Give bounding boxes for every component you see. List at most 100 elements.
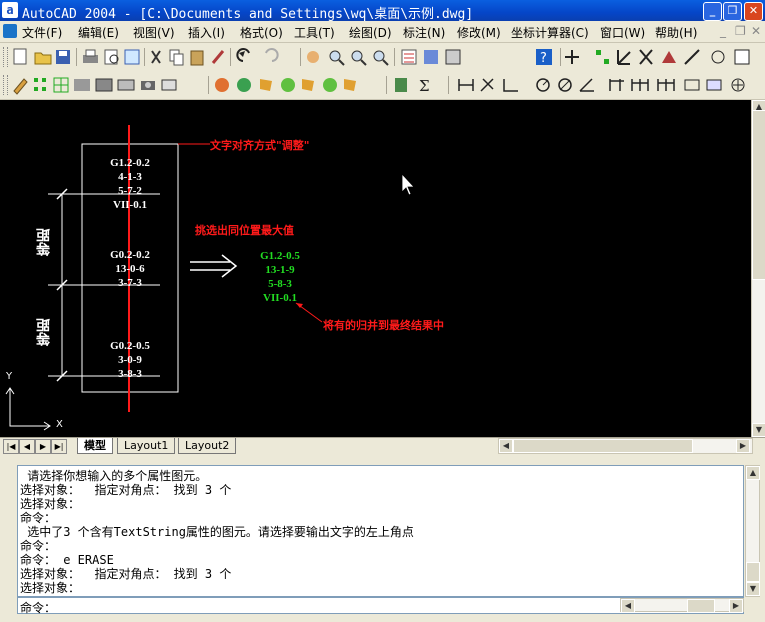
doc-minimize-button[interactable]: _: [720, 24, 726, 38]
attribute-block-top: G1.2-0.2 4-1-3 5-7-2 VII-0.1: [100, 156, 160, 212]
attribute-text: G1.2-0.2: [110, 157, 150, 169]
menu-edit[interactable]: 编辑(E): [78, 24, 119, 41]
toolbar-grip[interactable]: [3, 75, 8, 95]
draw-toolbar: Σ: [0, 71, 765, 100]
scroll-thumb[interactable]: [513, 439, 693, 453]
menu-insert[interactable]: 插入(I): [188, 24, 225, 41]
attribute-text: G0.2-0.2: [110, 249, 150, 261]
fog-icon: [344, 79, 356, 91]
prev-tab-icon[interactable]: ◀: [19, 439, 35, 454]
title-bar[interactable]: a AutoCAD 2004 - [C:\Documents and Setti…: [0, 0, 765, 22]
attribute-text: 5-7-2: [118, 185, 142, 197]
render-icon: [215, 78, 229, 92]
scroll-thumb[interactable]: [746, 562, 760, 582]
ucs-y-label: Y: [6, 371, 13, 382]
osnap-quadrant-icon: [711, 50, 725, 64]
svg-text:Σ: Σ: [419, 77, 430, 95]
document-icon[interactable]: [3, 24, 17, 38]
autocad-app-icon[interactable]: a: [2, 2, 18, 18]
scroll-thumb[interactable]: [752, 110, 765, 280]
dim-baseline-icon: [609, 79, 624, 91]
align-note: 文字对齐方式"调整": [210, 139, 310, 152]
pan-icon: [307, 51, 319, 63]
scroll-right-arrow-icon[interactable]: ▶: [736, 439, 750, 453]
tolerance-icon: [684, 79, 700, 91]
lightbulb-icon: [260, 79, 272, 91]
command-prompt-label: 命令：: [20, 601, 57, 615]
drawing-horizontal-scrollbar[interactable]: ◀ ▶: [498, 438, 753, 454]
result-text: VII-0.1: [263, 292, 297, 304]
print-preview-icon: [104, 49, 119, 65]
menu-help[interactable]: 帮助(H): [655, 24, 697, 41]
menu-format[interactable]: 格式(O): [240, 24, 283, 41]
next-tab-icon[interactable]: ▶: [35, 439, 51, 454]
globe-icon: [237, 78, 251, 92]
menu-tools[interactable]: 工具(T): [294, 24, 335, 41]
restore-button[interactable]: ❐: [723, 2, 742, 21]
grid-icon: [53, 77, 69, 93]
center-mark-icon: [706, 79, 722, 91]
menu-modify[interactable]: 修改(M): [457, 24, 501, 41]
drawing-vertical-scrollbar[interactable]: ▲ ▼: [751, 100, 765, 437]
draw-toolbar-icons: Σ: [13, 76, 745, 95]
menu-draw[interactable]: 绘图(D): [349, 24, 392, 41]
menu-view[interactable]: 视图(V): [133, 24, 175, 41]
match-properties-icon: [211, 50, 225, 64]
save-icon: [56, 50, 70, 64]
window-title: AutoCAD 2004 - [C:\Documents and Setting…: [22, 7, 474, 22]
scroll-thumb[interactable]: [687, 599, 715, 613]
array-icon: [34, 78, 46, 91]
standard-toolbar: ?: [0, 43, 765, 72]
drawing-area[interactable]: G1.2-0.2 4-1-3 5-7-2 VII-0.1 G0.2-0.2 13…: [0, 100, 751, 437]
menu-coord-calc[interactable]: 坐标计算器(C): [511, 24, 589, 41]
osnap-nearest-icon: [684, 49, 700, 65]
attribute-text: 3-0-9: [118, 354, 142, 366]
standard-toolbar-icons: ?: [13, 48, 750, 66]
menu-file[interactable]: 文件(F): [22, 24, 62, 41]
command-horizontal-scrollbar[interactable]: ◀ ▶: [620, 598, 744, 613]
scroll-right-arrow-icon[interactable]: ▶: [729, 599, 743, 613]
scroll-left-arrow-icon[interactable]: ◀: [621, 599, 635, 613]
dim-continue-icon: [631, 79, 649, 91]
minimize-button[interactable]: _: [703, 2, 722, 21]
tab-layout1[interactable]: Layout1: [117, 438, 176, 454]
osnap-intersection-icon: [596, 50, 609, 64]
attribute-block-bot: G0.2-0.5 3-0-9 3-8-3: [100, 339, 160, 381]
print-icon: [83, 49, 98, 63]
menu-dimension[interactable]: 标注(N): [403, 24, 445, 41]
pick-max-note: 挑选出同位置最大值: [195, 224, 294, 237]
osnap-none-icon: [734, 49, 750, 65]
tool-palettes-icon: [445, 49, 461, 65]
tab-model[interactable]: 模型: [77, 438, 113, 454]
last-tab-icon[interactable]: ▶|: [51, 439, 67, 454]
dim-linear-icon: [458, 79, 474, 91]
scroll-down-arrow-icon[interactable]: ▼: [746, 582, 760, 596]
copy-icon: [169, 49, 184, 66]
cut-icon: [151, 50, 161, 64]
first-tab-icon[interactable]: |◀: [3, 439, 19, 454]
attribute-text: 3-8-3: [118, 368, 142, 380]
double-arrow: [190, 254, 238, 278]
tab-layout2[interactable]: Layout2: [178, 438, 237, 454]
undo-icon: [236, 48, 250, 62]
help-icon: ?: [536, 49, 552, 66]
zoom-realtime-icon: [329, 50, 345, 66]
doc-close-button[interactable]: ✕: [751, 24, 761, 38]
scroll-down-arrow-icon[interactable]: ▼: [752, 423, 765, 437]
scene-icon: [302, 79, 314, 91]
scroll-up-arrow-icon[interactable]: ▲: [746, 466, 760, 480]
command-vertical-scrollbar[interactable]: ▲ ▼: [745, 465, 760, 597]
osnap-perpendicular-icon: [617, 50, 631, 65]
command-history[interactable]: 请选择你想输入的多个属性图元。 选择对象： 指定对角点： 找到 3 个 选择对象…: [17, 465, 744, 597]
close-button[interactable]: ✕: [744, 2, 763, 21]
toolbar-grip[interactable]: [3, 47, 8, 67]
doc-restore-button[interactable]: ❐: [735, 24, 746, 38]
command-line: 选中了3 个含有TextString属性的图元。请选择要输出文字的左上角点: [20, 525, 414, 539]
svg-text:?: ?: [540, 51, 547, 66]
dim-aligned-icon: [480, 78, 494, 92]
scroll-left-arrow-icon[interactable]: ◀: [499, 439, 513, 453]
hatch-icon: [117, 79, 135, 91]
zoom-window-icon: [351, 50, 367, 66]
menu-window[interactable]: 窗口(W): [600, 24, 645, 41]
result-block: G1.2-0.5 13-1-9 5-8-3 VII-0.1: [248, 249, 312, 305]
